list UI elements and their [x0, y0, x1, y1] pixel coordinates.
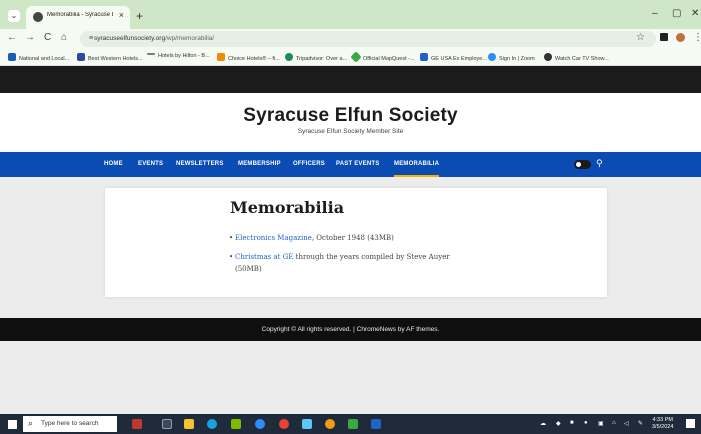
menu-icon[interactable]: ⋮: [693, 32, 701, 43]
bookmark-favicon-icon: [147, 53, 155, 55]
notification-icon[interactable]: [686, 419, 695, 428]
app-icon[interactable]: [348, 419, 358, 429]
app-icon[interactable]: [255, 419, 265, 429]
minimize-button[interactable]: –: [652, 8, 658, 19]
bullet-icon: •: [229, 234, 234, 242]
tray-app-icon[interactable]: ▣: [598, 420, 604, 427]
bookmark-favicon-icon: [544, 53, 552, 61]
bookmark-favicon-icon: [350, 51, 362, 63]
search-icon[interactable]: ⚲: [596, 158, 603, 169]
nav-item-events[interactable]: EVENTS: [138, 161, 163, 167]
top-strip: [0, 66, 701, 93]
nav-item-newsletters[interactable]: NEWSLETTERS: [176, 161, 224, 167]
address-bar[interactable]: ≡ syracuseelfunsociety.org/wp/memorabili…: [80, 31, 656, 47]
nav-item-home[interactable]: HOME: [104, 161, 123, 167]
nav-item-officers[interactable]: OFFICERS: [293, 161, 325, 167]
taskbar-clock[interactable]: 4:33 PM 3/5/2024: [652, 417, 673, 431]
bookmark-item[interactable]: Tripadvisor: Over a...: [285, 53, 347, 62]
network-icon[interactable]: ⌂: [612, 420, 616, 426]
bookmark-item[interactable]: National and Local...: [8, 53, 69, 62]
bookmark-favicon-icon: [8, 53, 16, 61]
start-button-icon[interactable]: [8, 420, 17, 429]
active-tab[interactable]: Memorabilia - Syracuse Elfun S ×: [26, 6, 130, 29]
side-panel-icon[interactable]: [660, 33, 668, 41]
bookmark-item[interactable]: Watch Car TV Show...: [544, 53, 609, 62]
app-icon[interactable]: [371, 419, 381, 429]
home-icon[interactable]: ⌂: [61, 32, 67, 43]
tray-app-icon[interactable]: ■: [570, 420, 574, 426]
close-window-button[interactable]: ✕: [691, 8, 699, 19]
reload-icon[interactable]: C: [44, 32, 51, 43]
back-icon[interactable]: ←: [7, 32, 17, 43]
clock-date: 3/5/2024: [652, 424, 674, 430]
bookmark-favicon-icon: [217, 53, 225, 61]
new-tab-button[interactable]: +: [136, 9, 143, 23]
cloud-icon[interactable]: ☁: [540, 420, 546, 427]
bookmark-item[interactable]: Choice Hotels® – fi...: [217, 53, 280, 62]
bookmark-favicon-icon: [488, 53, 496, 61]
chrome-active-icon[interactable]: [325, 419, 335, 429]
site-tagline: Syracuse Elfun Society Member Site: [297, 128, 404, 135]
profile-avatar[interactable]: [676, 33, 685, 42]
bookmark-favicon-icon: [285, 53, 293, 61]
bookmark-item[interactable]: Sign In | Zoom: [488, 53, 535, 62]
site-footer: Copyright © All rights reserved. | Chrom…: [0, 318, 701, 341]
edge-browser-icon[interactable]: [207, 419, 217, 429]
nav-item-past-events[interactable]: PAST EVENTS: [336, 161, 379, 167]
electronics-magazine-link[interactable]: Electronics Magazine: [235, 234, 312, 242]
file-explorer-icon[interactable]: [184, 419, 194, 429]
browser-toolbar: ← → C ⌂ ≡ syracuseelfunsociety.org/wp/me…: [0, 29, 701, 49]
bluetooth-icon[interactable]: ●: [584, 420, 588, 426]
site-favicon-icon: [33, 12, 43, 22]
christmas-at-ge-link[interactable]: Christmas at GE: [235, 253, 293, 261]
tray-app-icon[interactable]: ◆: [556, 420, 561, 427]
bookmarks-bar: National and Local... Best Western Hotel…: [0, 49, 701, 66]
app-icon[interactable]: [302, 419, 312, 429]
nav-item-memorabilia[interactable]: MEMORABILIA: [394, 161, 440, 177]
tab-search-button[interactable]: ⌄: [8, 10, 20, 22]
bullet-icon: •: [229, 253, 234, 261]
bookmark-item[interactable]: GE USA Ex Employe...: [420, 53, 487, 62]
taskbar-app-icon[interactable]: [132, 419, 142, 429]
bookmark-star-icon[interactable]: ☆: [636, 32, 645, 43]
restore-button[interactable]: ▢: [672, 8, 681, 19]
bookmark-item[interactable]: Best Western Hotels...: [77, 53, 143, 62]
store-icon[interactable]: [231, 419, 241, 429]
bookmark-item[interactable]: Official MapQuest -...: [350, 51, 415, 63]
taskbar-search-placeholder: Type here to search: [41, 420, 99, 427]
search-icon: ⌕: [28, 418, 34, 428]
forward-icon[interactable]: →: [25, 32, 35, 43]
list-item: • Christmas at GE through the years comp…: [229, 253, 450, 273]
url-text: syracuseelfunsociety.org/wp/memorabilia/: [94, 35, 215, 42]
list-item: • Electronics Magazine, October 1948 (43…: [229, 234, 394, 242]
page-title: Memorabilia: [230, 198, 345, 217]
main-navigation: HOME EVENTS NEWSLETTERS MEMBERSHIP OFFIC…: [0, 152, 701, 177]
tab-close-icon[interactable]: ×: [119, 10, 124, 20]
copyright-text: Copyright © All rights reserved. | Chrom…: [261, 326, 440, 333]
site-header: Syracuse Elfun Society Syracuse Elfun So…: [0, 93, 701, 152]
site-title[interactable]: Syracuse Elfun Society: [0, 105, 701, 127]
browser-tab-bar: ⌄ Memorabilia - Syracuse Elfun S × + – ▢…: [0, 0, 701, 29]
clock-time: 4:33 PM: [652, 417, 673, 423]
language-icon[interactable]: ✎: [638, 420, 643, 427]
bookmark-item[interactable]: Hotels by Hilton - B...: [147, 53, 210, 59]
windows-taskbar: ⌕ Type here to search ☁ ◆ ■ ● ▣ ⌂ ◁ ✎ 4:…: [0, 414, 701, 434]
dark-mode-toggle[interactable]: [574, 160, 591, 169]
bookmark-favicon-icon: [420, 53, 428, 61]
volume-icon[interactable]: ◁: [624, 420, 629, 427]
task-view-icon[interactable]: [162, 419, 172, 429]
taskbar-search-input[interactable]: ⌕ Type here to search: [23, 416, 117, 432]
chrome-icon[interactable]: [279, 419, 289, 429]
page-background: [0, 341, 701, 414]
tab-title: Memorabilia - Syracuse Elfun S: [47, 12, 113, 18]
nav-item-membership[interactable]: MEMBERSHIP: [238, 161, 281, 167]
bookmark-favicon-icon: [77, 53, 85, 61]
